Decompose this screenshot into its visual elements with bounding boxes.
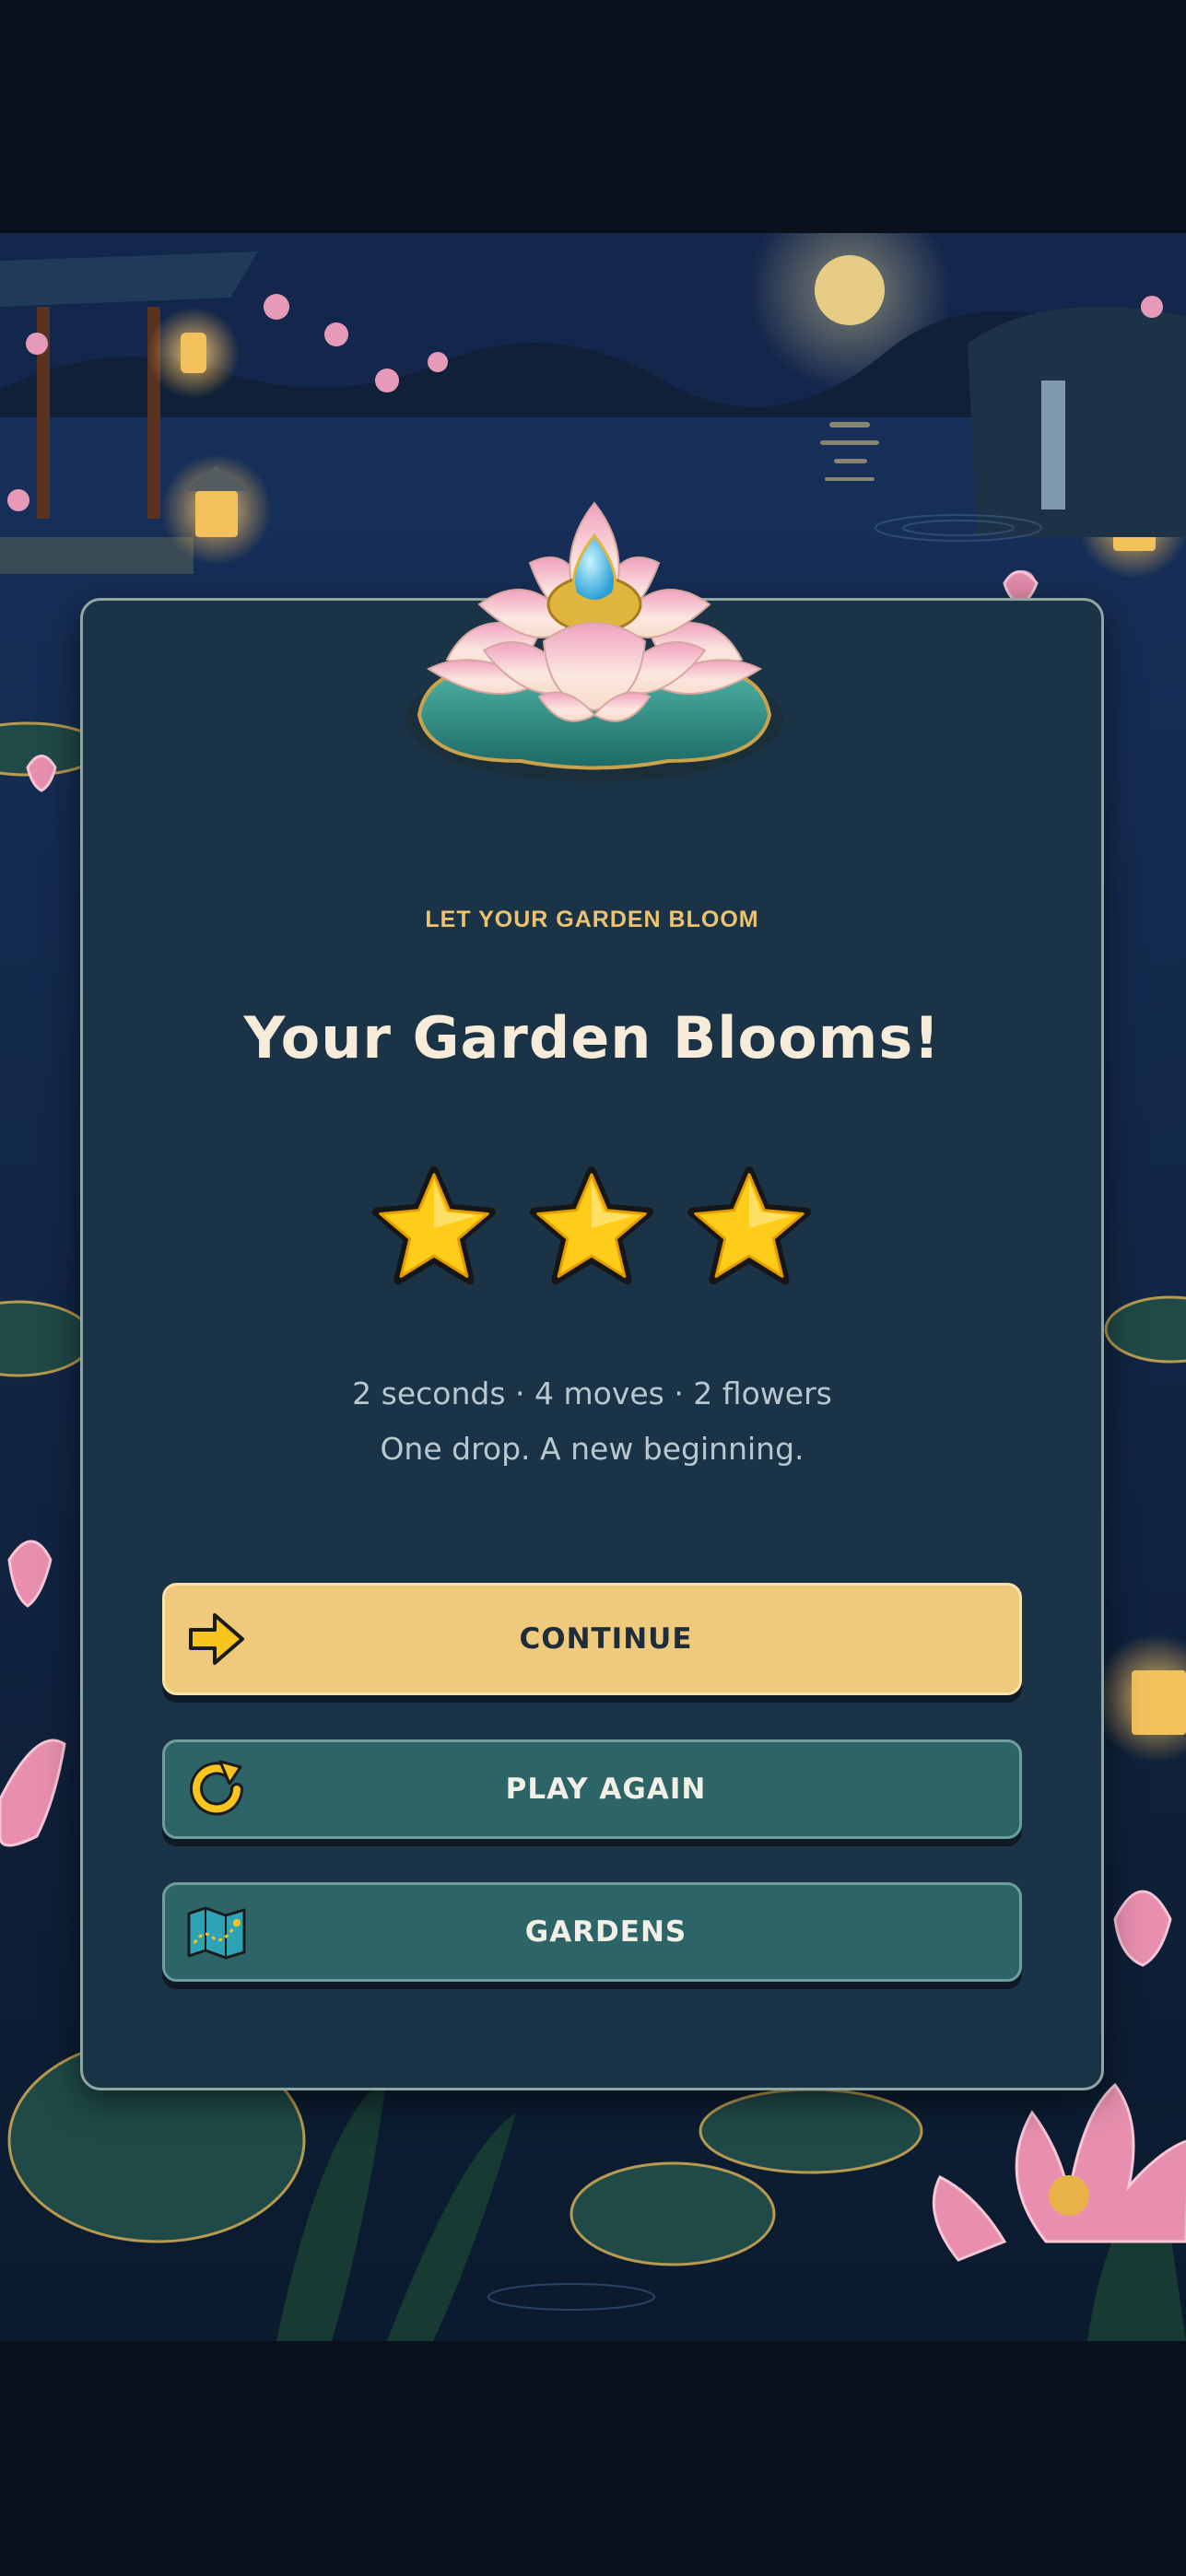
continue-button[interactable]: CONTINUE: [162, 1583, 1022, 1695]
level-complete-card: [80, 598, 1104, 2090]
level-tagline: One drop. A new beginning.: [380, 1431, 804, 1467]
level-title: Your Garden Blooms!: [243, 1004, 941, 1071]
star-icon-1: [371, 1165, 497, 1285]
map-icon: [187, 1906, 246, 1960]
gardens-button-label: GARDENS: [524, 1915, 687, 1949]
arrow-right-icon: [189, 1613, 244, 1665]
play-again-button-label: PLAY AGAIN: [505, 1773, 707, 1806]
gardens-button[interactable]: GARDENS: [162, 1882, 1022, 1982]
replay-icon: [190, 1760, 243, 1816]
level-subtitle: LET YOUR GARDEN BLOOM: [425, 907, 759, 932]
continue-button-label: CONTINUE: [519, 1622, 693, 1656]
star-icon-2: [529, 1165, 654, 1285]
lotus-emblem-icon: [405, 501, 783, 782]
level-stats: 2 seconds · 4 moves · 2 flowers: [352, 1376, 832, 1411]
play-again-button[interactable]: PLAY AGAIN: [162, 1739, 1022, 1839]
star-icon-3: [687, 1165, 812, 1285]
star-rating: [80, 1165, 1104, 1294]
